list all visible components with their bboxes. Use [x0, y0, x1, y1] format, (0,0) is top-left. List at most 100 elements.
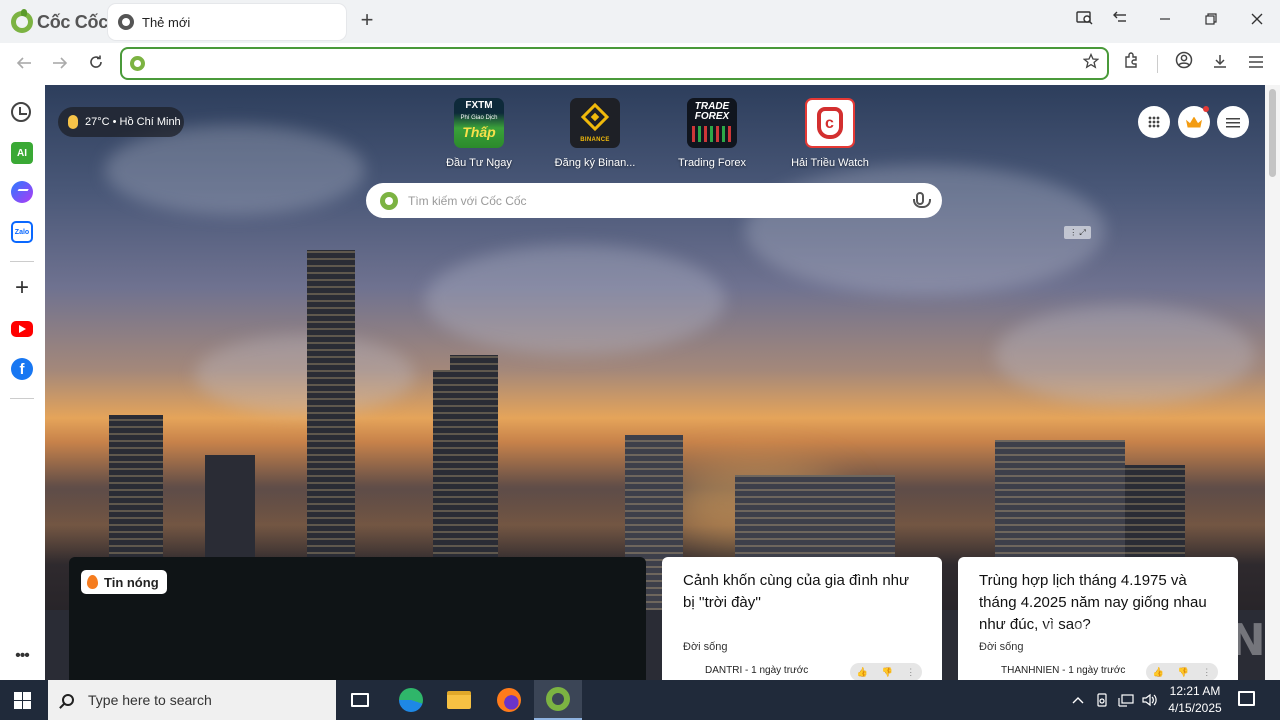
page-scrollbar[interactable] — [1265, 85, 1280, 680]
tab-new-tab[interactable]: Thẻ mới — [108, 4, 346, 40]
hot-news-panel[interactable]: Tin nóng — [69, 557, 646, 680]
shortcut-trading-forex[interactable]: TRADE FOREX Trading Forex — [662, 98, 762, 169]
shortcut-dau-tu-ngay[interactable]: FXTM Phí Giao Dịch Thấp Đầu Tư Ngay — [429, 98, 529, 169]
coccoc-logo-icon — [11, 9, 33, 33]
hand-logo-icon — [817, 107, 843, 139]
more-options-icon[interactable]: ⋮ — [906, 667, 915, 678]
tab-favicon-icon — [118, 14, 134, 30]
background-cloud — [425, 245, 725, 355]
candlestick-icon — [692, 126, 732, 142]
crown-icon — [1186, 116, 1202, 128]
address-input[interactable] — [152, 54, 1072, 74]
history-icon[interactable] — [11, 102, 31, 122]
premium-button[interactable] — [1178, 106, 1210, 138]
news-title[interactable]: Cảnh khốn cùng của gia đình như bị ''trờ… — [683, 570, 922, 614]
shortcut-label: Hải Triều Watch — [791, 157, 869, 169]
youtube-icon[interactable] — [11, 321, 33, 337]
shortcut-label: Đăng ký Binan... — [554, 157, 636, 169]
customize-button[interactable] — [1217, 106, 1249, 138]
coccoc-search-box[interactable] — [366, 183, 942, 218]
dislike-icon[interactable]: 👎 — [881, 667, 892, 678]
notification-dot — [1203, 106, 1209, 112]
microphone-icon[interactable] — [913, 192, 931, 208]
tile-text-line: FOREX — [694, 111, 730, 122]
tile-text: Phí Giao Dịch — [460, 115, 498, 121]
new-tab-button[interactable]: + — [356, 9, 378, 32]
screen-search-icon[interactable] — [1073, 10, 1097, 32]
title-bar: Cốc Cốc Thẻ mới + — [0, 0, 1280, 43]
menu-icon[interactable] — [1243, 51, 1269, 77]
windows-taskbar: Type here to search 12:21 AM 4/15/2025 — [0, 680, 1280, 720]
more-options-icon[interactable]: ⋮ — [1202, 667, 1211, 678]
anyrun-watermark: ANY.RUN — [1035, 615, 1265, 666]
news-category: Đời sống — [979, 641, 1024, 653]
dislike-icon[interactable]: 👎 — [1177, 667, 1188, 678]
brand-name: Cốc Cốc — [37, 11, 108, 32]
add-icon[interactable]: + — [11, 274, 33, 301]
shortcut-binance[interactable]: BINANCE Đăng ký Binan... — [545, 98, 645, 169]
back-button[interactable] — [11, 51, 37, 77]
tab-list-icon[interactable] — [1108, 10, 1132, 32]
bookmark-star-icon[interactable] — [1082, 52, 1100, 74]
tile-text: FXTM — [465, 100, 493, 111]
extensions-icon[interactable] — [1119, 51, 1145, 77]
facebook-icon[interactable]: f — [11, 358, 33, 380]
sidebar-divider — [10, 398, 34, 399]
windows-start-icon[interactable] — [14, 692, 31, 709]
fxtm-tile-icon: FXTM Phí Giao Dịch Thấp — [454, 98, 504, 148]
reload-button[interactable] — [83, 51, 109, 77]
zalo-icon[interactable]: Zalo — [11, 221, 33, 243]
forward-button[interactable] — [47, 51, 73, 77]
new-tab-page: 27°C • Hồ Chí Minh FXTM Phí Giao Dịch Th… — [45, 85, 1265, 680]
restore-button[interactable] — [1199, 10, 1223, 32]
folder-icon — [447, 691, 471, 709]
binance-logo-icon — [580, 102, 610, 132]
network-icon[interactable] — [1118, 680, 1134, 720]
sidebar-divider — [10, 261, 34, 262]
coccoc-icon — [546, 687, 570, 711]
news-source: DANTRI - 1 ngày trước — [705, 665, 809, 676]
search-input[interactable] — [408, 193, 888, 208]
edge-taskbar-button[interactable] — [387, 680, 435, 720]
tile-text: BINANCE — [580, 137, 610, 143]
like-icon[interactable]: 👍 — [857, 667, 868, 678]
taskbar-search-box[interactable]: Type here to search — [48, 680, 336, 720]
apps-grid-icon — [1148, 116, 1160, 128]
site-info-icon[interactable] — [130, 56, 145, 71]
settings-sliders-icon — [1226, 116, 1240, 128]
file-explorer-taskbar-button[interactable] — [435, 680, 483, 720]
more-icon[interactable]: ••• — [11, 645, 33, 667]
coccoc-logo[interactable]: Cốc Cốc — [11, 9, 108, 34]
close-button[interactable] — [1245, 10, 1269, 32]
background-info-icon[interactable]: ⋮ ⤢ — [1064, 226, 1091, 239]
apps-button[interactable] — [1138, 106, 1170, 138]
task-view-button[interactable] — [336, 680, 384, 720]
tile-text: TRADE FOREX — [687, 102, 737, 122]
address-bar[interactable] — [120, 47, 1109, 80]
hot-news-badge[interactable]: Tin nóng — [81, 570, 167, 594]
minimize-button[interactable] — [1153, 10, 1177, 32]
background-cloud — [995, 305, 1255, 405]
coccoc-taskbar-button[interactable] — [534, 680, 582, 720]
taskbar-clock[interactable]: 12:21 AM 4/15/2025 — [1164, 683, 1226, 717]
flame-icon — [87, 575, 98, 589]
shortcut-label: Đầu Tư Ngay — [446, 157, 512, 169]
messenger-icon[interactable] — [11, 181, 33, 203]
news-reactions: 👍 👎 ⋮ — [850, 663, 922, 680]
weather-widget[interactable]: 27°C • Hồ Chí Minh — [58, 107, 184, 137]
show-hidden-icons[interactable] — [1071, 680, 1085, 720]
tile-text: Thấp — [462, 124, 496, 140]
profile-icon[interactable] — [1171, 51, 1197, 77]
notifications-icon[interactable] — [1238, 691, 1255, 706]
download-icon[interactable] — [1207, 51, 1233, 77]
tab-title: Thẻ mới — [142, 14, 191, 30]
scrollbar-thumb[interactable] — [1269, 89, 1276, 177]
like-icon[interactable]: 👍 — [1153, 667, 1164, 678]
firefox-taskbar-button[interactable] — [485, 680, 533, 720]
shortcut-hai-trieu-watch[interactable]: Hải Triều Watch — [780, 98, 880, 169]
hot-news-label: Tin nóng — [104, 574, 159, 590]
volume-icon[interactable] — [1142, 680, 1158, 720]
device-icon[interactable] — [1095, 680, 1109, 720]
news-card[interactable]: Cảnh khốn cùng của gia đình như bị ''trờ… — [662, 557, 942, 680]
ai-icon[interactable]: AI — [11, 142, 33, 164]
